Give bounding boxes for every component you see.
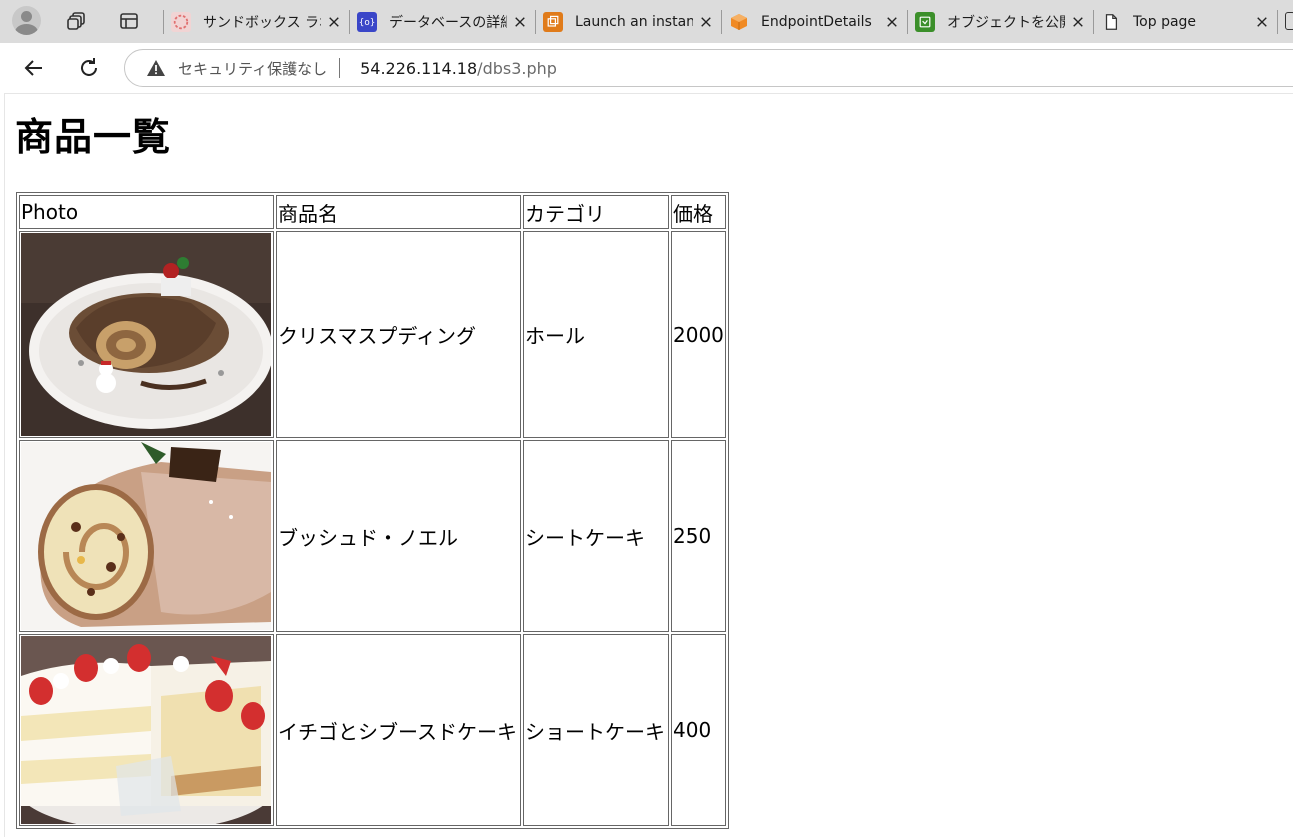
photo-cell bbox=[19, 231, 274, 438]
price-cell: 400 bbox=[671, 634, 726, 826]
close-icon[interactable] bbox=[1255, 15, 1269, 29]
price-cell: 2000 bbox=[671, 231, 726, 438]
price-cell: 250 bbox=[671, 440, 726, 632]
tab-title: オブジェクトを公開 bbox=[947, 14, 1065, 31]
close-icon[interactable] bbox=[1071, 15, 1085, 29]
tab-top-page[interactable]: Top page bbox=[1093, 0, 1277, 43]
tab-title: Launch an instan bbox=[575, 13, 693, 30]
database-icon: {o} bbox=[357, 11, 377, 32]
close-icon[interactable] bbox=[885, 15, 899, 29]
browser-tab-strip: サンドボックス ラボ {o} データベースの詳細 Launch an insta… bbox=[0, 0, 1293, 43]
header-product-name: 商品名 bbox=[276, 195, 521, 229]
svg-text:{o}: {o} bbox=[359, 18, 375, 28]
strawberry-shortcake-photo bbox=[21, 636, 271, 824]
aws-s3-icon bbox=[915, 11, 935, 32]
page-content: 商品一覧 Photo 商品名 カテゴリ 価格 クリスマスプディング ホール 20… bbox=[4, 93, 1293, 837]
page-title: 商品一覧 bbox=[15, 115, 172, 159]
tab-overflow[interactable] bbox=[1277, 0, 1293, 43]
tab-title: データベースの詳細 bbox=[389, 14, 507, 31]
url-path[interactable]: /dbs3.php bbox=[477, 59, 557, 78]
tab-publish-object[interactable]: オブジェクトを公開 bbox=[907, 0, 1093, 43]
tab-title: サンドボックス ラボ bbox=[203, 14, 321, 31]
christmas-log-cake-photo bbox=[21, 233, 271, 436]
product-table: Photo 商品名 カテゴリ 価格 クリスマスプディング ホール 2000 ブッ… bbox=[16, 192, 729, 829]
table-row: イチゴとシブースドケーキ ショートケーキ 400 bbox=[19, 634, 726, 826]
photo-cell bbox=[19, 440, 274, 632]
tab-title: EndpointDetails bbox=[761, 13, 872, 30]
tab-title: Top page bbox=[1133, 13, 1197, 30]
tab-sandbox-lab[interactable]: サンドボックス ラボ bbox=[163, 0, 349, 43]
buche-de-noel-photo bbox=[21, 442, 271, 630]
security-label[interactable]: セキュリティ保護なし bbox=[178, 58, 327, 79]
product-name-cell: ブッシュド・ノエル bbox=[276, 440, 521, 632]
table-header-row: Photo 商品名 カテゴリ 価格 bbox=[19, 195, 726, 229]
vertical-tabs-icon[interactable] bbox=[118, 10, 140, 32]
close-icon[interactable] bbox=[513, 15, 527, 29]
address-bar[interactable]: セキュリティ保護なし 54.226.114.18/dbs3.php bbox=[124, 49, 1293, 87]
tab-database-details[interactable]: {o} データベースの詳細 bbox=[349, 0, 535, 43]
close-icon[interactable] bbox=[699, 15, 713, 29]
address-divider bbox=[339, 58, 341, 78]
document-icon bbox=[1101, 12, 1121, 32]
category-cell: シートケーキ bbox=[523, 440, 669, 632]
product-name-cell: クリスマスプディング bbox=[276, 231, 521, 438]
aws-ec2-icon bbox=[543, 11, 563, 32]
close-icon[interactable] bbox=[327, 15, 341, 29]
category-cell: ホール bbox=[523, 231, 669, 438]
refresh-icon[interactable] bbox=[75, 54, 103, 82]
browser-toolbar: セキュリティ保護なし 54.226.114.18/dbs3.php bbox=[0, 43, 1293, 93]
category-cell: ショートケーキ bbox=[523, 634, 669, 826]
header-photo: Photo bbox=[19, 195, 274, 229]
photo-cell bbox=[19, 634, 274, 826]
workspaces-icon[interactable] bbox=[66, 10, 88, 32]
aws-box-icon bbox=[729, 12, 749, 32]
back-arrow-icon[interactable] bbox=[20, 54, 48, 82]
tab-launch-instance[interactable]: Launch an instan bbox=[535, 0, 721, 43]
url-host[interactable]: 54.226.114.18 bbox=[360, 59, 477, 78]
product-name-cell: イチゴとシブースドケーキ bbox=[276, 634, 521, 826]
tab-endpoint-details[interactable]: EndpointDetails bbox=[721, 0, 907, 43]
new-tab-partial-icon bbox=[1285, 12, 1293, 30]
sandbox-lab-icon bbox=[171, 11, 191, 32]
table-row: ブッシュド・ノエル シートケーキ 250 bbox=[19, 440, 726, 632]
table-row: クリスマスプディング ホール 2000 bbox=[19, 231, 726, 438]
warning-icon[interactable] bbox=[146, 58, 166, 78]
profile-avatar-icon[interactable] bbox=[12, 6, 41, 35]
header-price: 価格 bbox=[671, 195, 726, 229]
header-category: カテゴリ bbox=[523, 195, 669, 229]
